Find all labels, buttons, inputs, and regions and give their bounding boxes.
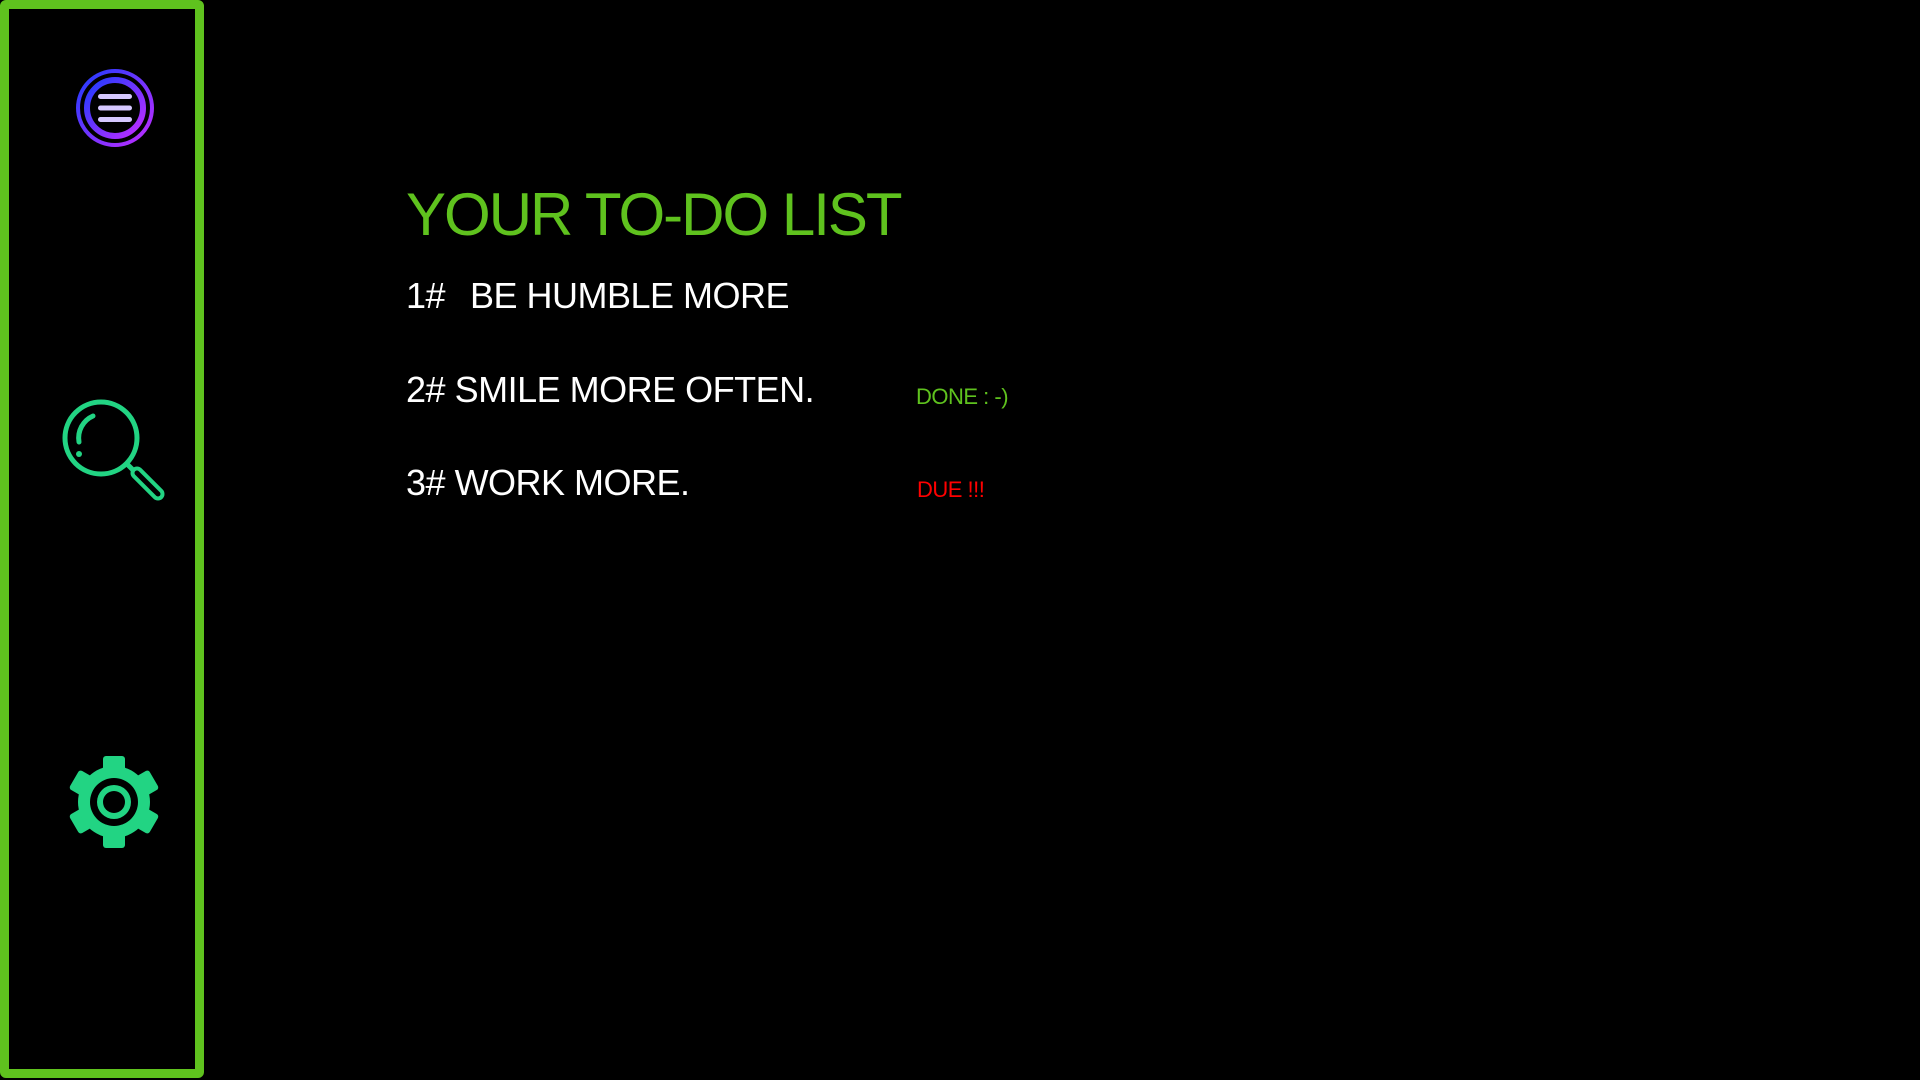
status-done-label: DONE : -) xyxy=(916,384,1009,409)
todo-number: 1# xyxy=(406,275,446,316)
app-window: YOUR TO-DO LIST 1# BE HUMBLE MORE 2# SMIL… xyxy=(0,0,1920,1080)
todo-text: WORK MORE. xyxy=(454,462,691,503)
search-button[interactable] xyxy=(59,396,171,508)
page-title: YOUR TO-DO LIST xyxy=(406,181,903,248)
menu-button[interactable] xyxy=(72,65,158,151)
todo-item[interactable]: 2# SMILE MORE OFTEN. xyxy=(406,369,815,411)
search-icon xyxy=(62,399,165,501)
todo-number: 3# xyxy=(406,462,446,503)
todo-item[interactable]: 1# BE HUMBLE MORE xyxy=(406,275,790,317)
todo-item[interactable]: 3# WORK MORE. xyxy=(406,462,690,504)
menu-icon xyxy=(76,69,154,147)
todo-text: BE HUMBLE MORE xyxy=(470,275,790,316)
status-due-label: DUE !!! xyxy=(917,477,985,502)
todo-text: SMILE MORE OFTEN. xyxy=(454,369,815,410)
sidebar xyxy=(0,0,204,1078)
settings-button[interactable] xyxy=(64,752,164,852)
todo-number: 2# xyxy=(406,369,446,410)
gear-icon xyxy=(69,756,159,848)
